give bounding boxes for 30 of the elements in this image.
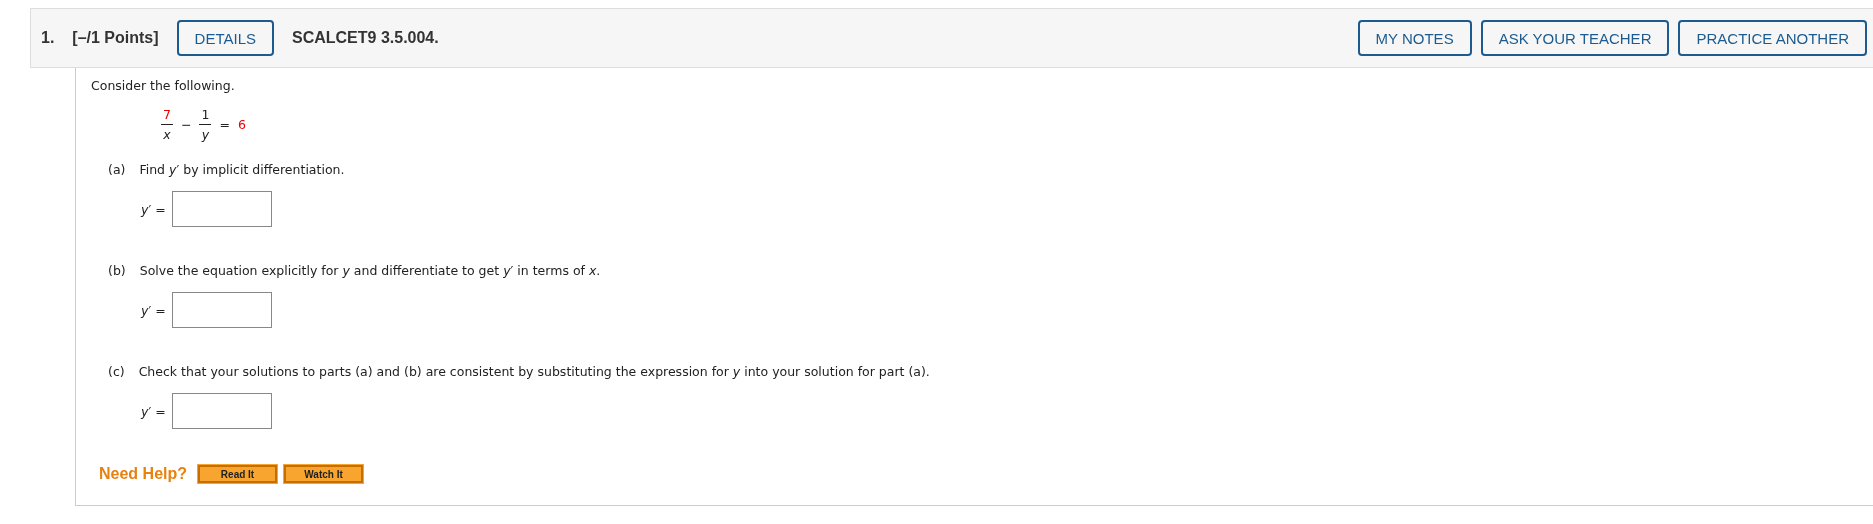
denominator: y (201, 126, 210, 142)
details-button[interactable]: DETAILS (176, 20, 274, 56)
minus-sign: − (180, 117, 192, 132)
need-help-label: Need Help? (99, 465, 187, 483)
header-button[interactable]: MY NOTES (1357, 20, 1472, 56)
answer-field[interactable] (171, 393, 272, 429)
part-label: (a) (108, 162, 126, 177)
part-label: (b) (108, 263, 126, 278)
part-question: Solve the equation explicitly for y and differentiate to get y′ in terms of x. (139, 263, 601, 278)
answer-label: y′ = (141, 302, 166, 318)
numerator: 1 (199, 107, 212, 125)
help-button[interactable]: Read It (198, 465, 277, 483)
part-label: (c) (108, 364, 125, 379)
problem-code: SCALCET9 3.5.004. (292, 29, 439, 47)
part-question: Find y′ by implicit differentiation. (139, 162, 345, 177)
answer-label: y′ = (141, 403, 166, 419)
points-label: [–/1 Points] (72, 29, 159, 47)
answer-field[interactable] (171, 191, 272, 227)
equals-sign: = (219, 117, 230, 132)
right-hand-side: 6 (237, 117, 246, 132)
intro-text: Consider the following. (91, 78, 236, 93)
header-button[interactable]: PRACTICE ANOTHER (1678, 20, 1867, 56)
question-number: 1. (41, 29, 55, 47)
part-question: Check that your solutions to parts (a) and (b) are consistent by substituting the expression for y into your solution for part (a). (138, 364, 930, 379)
denominator: x (163, 126, 171, 142)
answer-field[interactable] (171, 292, 272, 328)
header-button[interactable]: ASK YOUR TEACHER (1480, 20, 1670, 56)
help-button[interactable]: Watch It (284, 465, 363, 483)
answer-label: y′ = (141, 201, 166, 217)
numerator: 7 (161, 107, 173, 125)
